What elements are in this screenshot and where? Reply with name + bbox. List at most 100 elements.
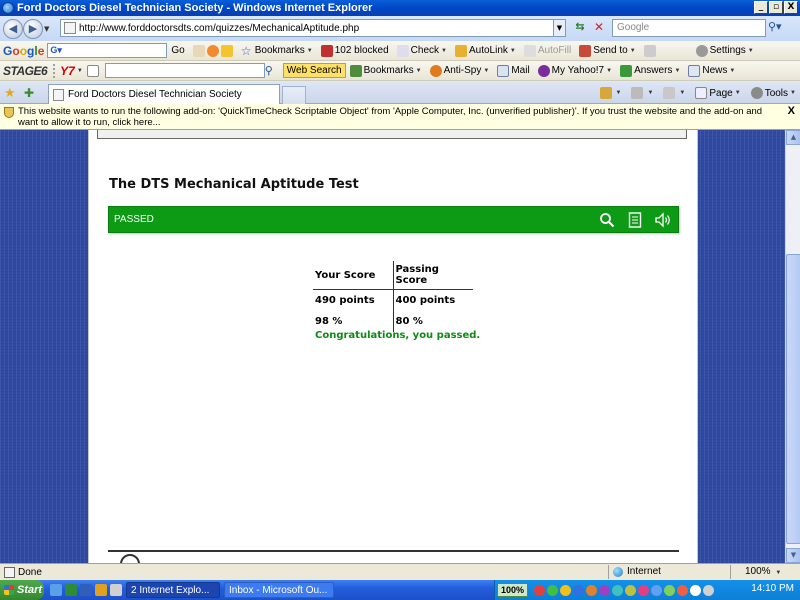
zoom-level[interactable]: 100% ▼ [730,565,781,579]
pencil-icon[interactable] [643,44,656,57]
forward-button[interactable]: ▶ [23,18,43,39]
bookmarks-icon [349,64,362,77]
header-your-score: Your Score [313,261,394,290]
mail-button[interactable]: Mail [497,64,530,77]
volume-icon[interactable] [703,584,715,596]
send-to-icon [579,44,592,57]
magnifier-icon[interactable] [598,211,616,229]
yahoo7-logo[interactable]: Y7 [60,64,75,78]
toolbar-options-icon[interactable] [86,64,99,77]
scroll-down-button[interactable]: ▼ [786,548,800,563]
popup-blocker-icon [320,44,333,57]
stop-icon[interactable]: ✕ [591,20,607,36]
quiz-title: The DTS Mechanical Aptitude Test [109,177,359,192]
google-search-input[interactable]: G▾ [47,43,168,58]
header-strip [97,130,687,139]
page-icon [64,22,76,34]
start-button[interactable]: Start [0,580,44,600]
print-button[interactable]: ▼ [663,87,685,99]
tools-menu[interactable]: Tools ▼ [750,87,796,99]
window-controls: _ ▫ X [754,1,798,14]
add-favorite-icon[interactable]: ✚ [24,85,40,101]
send-to-button[interactable]: Send to ▼ [579,44,636,57]
answers-button[interactable]: Answers ▼ [620,64,680,77]
scroll-up-button[interactable]: ▲ [786,130,800,145]
puzzle-icon[interactable] [220,44,233,57]
tray-icon[interactable] [612,584,624,596]
new-tab-button[interactable] [282,86,306,104]
close-button[interactable]: X [784,1,798,14]
popup-blocked-button[interactable]: 102 blocked [320,44,389,57]
restore-button[interactable]: ▫ [769,1,783,14]
tray-icon[interactable] [638,584,650,596]
address-url[interactable]: http://www.forddoctorsdts.com/quizzes/Me… [79,23,553,34]
anti-spy-icon [429,64,442,77]
news-button[interactable]: News ▼ [688,64,735,77]
page-menu-icon [695,87,708,99]
quicklaunch-media-icon[interactable] [110,584,122,596]
scroll-thumb[interactable] [786,254,800,544]
news-icon[interactable] [192,44,205,57]
yahoo-search-icon[interactable]: ⚲ [265,65,277,77]
info-bar-message[interactable]: This website wants to run the following … [18,106,762,128]
history-dropdown[interactable]: ▼ [44,25,54,33]
quicklaunch-ie-icon[interactable] [50,584,62,596]
clock[interactable]: 14:10 PM [751,583,794,594]
window-title-bar[interactable]: Ford Doctors Diesel Technician Society -… [0,0,800,16]
tray-icon[interactable] [651,584,663,596]
page-menu[interactable]: Page ▼ [695,87,741,99]
yahoo-search-input[interactable] [104,63,265,78]
search-input[interactable]: Google [612,19,766,37]
tray-icon[interactable] [599,584,611,596]
document-icon[interactable] [626,211,644,229]
feeds-button[interactable]: ▼ [631,87,653,99]
battery-percent[interactable]: 100% [497,583,529,597]
google-go-button[interactable]: Go [171,45,184,56]
security-zone[interactable]: Internet [608,565,728,579]
my-yahoo-button[interactable]: My Yahoo!7 ▼ [537,64,612,77]
refresh-icon[interactable]: ⇆ [572,20,588,36]
pagerank-icon[interactable] [206,44,219,57]
autofill-icon [523,44,536,57]
yahoo-bookmarks-button[interactable]: Bookmarks ▼ [349,64,422,77]
favorites-star-icon[interactable]: ★ [4,85,20,101]
gear-icon [695,44,708,57]
back-button[interactable]: ◀ [3,18,23,39]
stage6-logo[interactable]: STAGE6 [3,64,48,78]
home-button[interactable]: ▼ [599,87,621,99]
info-bar-close-icon[interactable]: X [788,106,795,117]
task-outlook-inbox[interactable]: Inbox - Microsoft Ou... [224,582,334,598]
address-dropdown[interactable]: ▼ [553,20,565,36]
score-table-header: Your Score Passing Score [313,261,473,290]
tray-icon[interactable] [690,584,702,596]
address-field[interactable]: http://www.forddoctorsdts.com/quizzes/Me… [60,19,566,37]
quicklaunch-excel-icon[interactable] [65,584,77,596]
speaker-icon[interactable] [654,211,672,229]
minimize-button[interactable]: _ [754,1,768,14]
quicklaunch-word-icon[interactable] [80,584,92,596]
google-settings-button[interactable]: Settings ▼ [695,44,754,57]
tray-icon[interactable] [573,584,585,596]
passing-points: 400 points [395,294,456,306]
autolink-button[interactable]: AutoLink ▼ [454,44,516,57]
quicklaunch-outlook-icon[interactable] [95,584,107,596]
task-internet-explorer[interactable]: 2 Internet Explo... [126,582,220,598]
tray-icon[interactable] [625,584,637,596]
tray-icon[interactable] [547,584,559,596]
anti-spy-button[interactable]: Anti-Spy ▼ [429,64,489,77]
tray-icon[interactable] [664,584,676,596]
tray-icon[interactable] [586,584,598,596]
tray-icon[interactable] [534,584,546,596]
google-bookmarks-button[interactable]: ☆ Bookmarks ▼ [241,45,313,57]
tab-ford-doctors[interactable]: Ford Doctors Diesel Technician Society [48,84,280,104]
tray-icon[interactable] [677,584,689,596]
web-search-button[interactable]: Web Search [282,63,346,78]
ie-logo-icon [2,2,14,14]
vertical-scrollbar[interactable]: ▲ ▼ [785,130,800,563]
info-bar[interactable]: This website wants to run the following … [0,104,800,130]
tray-icon[interactable] [560,584,572,596]
spell-check-button[interactable]: Check ▼ [396,44,447,57]
autofill-button[interactable]: AutoFill [523,44,571,57]
quick-launch [50,584,122,596]
search-icon[interactable]: ⚲▾ [768,20,790,36]
